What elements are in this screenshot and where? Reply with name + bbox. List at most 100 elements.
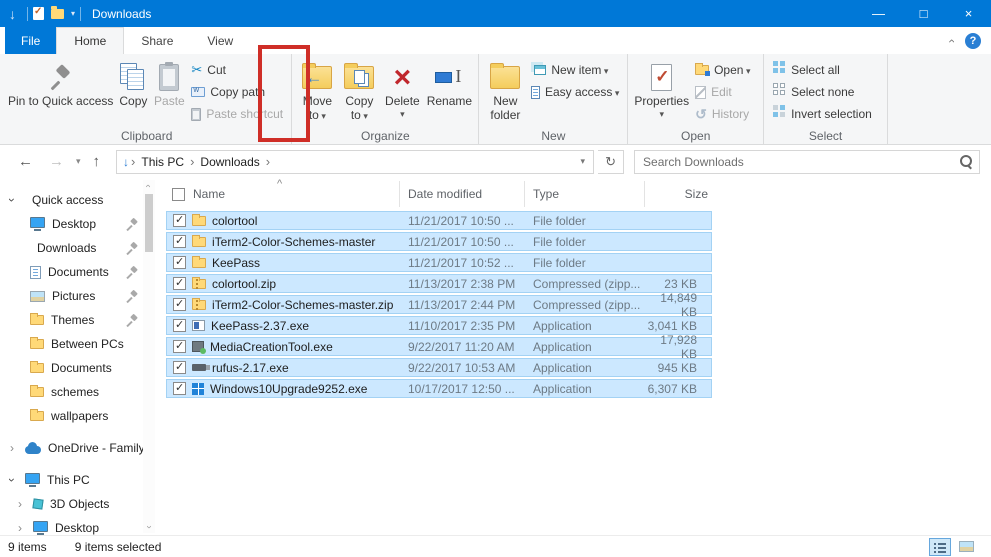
expander-chevron-icon[interactable] [6,193,18,207]
sidebar-item[interactable]: schemes [0,380,165,404]
copy-path-button[interactable]: Copy path [187,82,287,102]
sidebar-item[interactable]: This PC [0,468,165,492]
expander-chevron-icon[interactable] [6,473,18,487]
properties-qat-icon[interactable] [33,6,44,20]
scroll-down-icon[interactable] [143,521,155,533]
expander-chevron-icon[interactable] [14,521,26,535]
paste-button[interactable]: Paste [151,57,187,111]
scroll-up-icon[interactable] [143,180,155,192]
rename-icon [435,66,463,87]
expander-chevron-icon[interactable] [14,497,26,511]
tab-view[interactable]: View [190,27,250,54]
tab-home[interactable]: Home [56,27,125,54]
row-checkbox[interactable] [173,339,186,353]
search-box[interactable] [634,149,981,174]
sidebar-item[interactable]: Documents [0,260,165,284]
row-checkbox[interactable] [173,234,186,248]
customize-qat-dropdown-icon[interactable]: ▾ [71,9,75,18]
select-all-button[interactable]: Select all [768,60,876,80]
file-type-icon [192,213,206,226]
search-icon[interactable] [960,155,973,168]
breadcrumb-this-pc[interactable]: This PC [135,155,190,169]
row-checkbox[interactable] [173,276,186,290]
row-checkbox[interactable] [173,360,186,374]
move-to-button[interactable]: Move to [296,57,338,125]
minimize-button[interactable]: — [856,0,901,27]
cut-button[interactable]: ✂ Cut [187,60,287,80]
search-input[interactable] [643,154,961,169]
selected-count: 9 items selected [74,539,162,554]
tab-share[interactable]: Share [124,27,190,54]
close-button[interactable]: × [946,0,991,27]
address-bar[interactable]: ↓ › This PC › Downloads › ▾ [116,149,595,174]
collapse-ribbon-icon[interactable]: › [944,39,958,43]
sidebar-item[interactable]: 3D Objects [0,492,165,516]
tab-file[interactable]: File [5,27,57,54]
recent-locations-dropdown-icon[interactable]: ▾ [74,156,83,167]
maximize-button[interactable]: □ [901,0,946,27]
row-checkbox[interactable] [173,381,186,395]
large-icons-view-button[interactable] [955,538,977,556]
address-dropdown-icon[interactable]: ▾ [575,156,592,167]
row-checkbox[interactable] [173,297,186,311]
sidebar-item[interactable]: Downloads [0,236,165,260]
copy-to-button[interactable]: Copy to [338,57,380,125]
file-row[interactable]: colortool.zip 11/13/2017 2:38 PM Compres… [166,274,712,293]
sidebar-item[interactable]: wallpapers [0,404,165,428]
details-view-button[interactable] [929,537,951,556]
select-none-button[interactable]: Select none [768,82,876,102]
sidebar-item[interactable]: Between PCs [0,332,165,356]
file-row[interactable]: colortool 11/21/2017 10:50 ... File fold… [166,211,712,230]
sidebar-item[interactable]: Themes [0,308,165,332]
properties-button[interactable]: Properties ▾ [632,57,691,121]
file-row[interactable]: iTerm2-Color-Schemes-master 11/21/2017 1… [166,232,712,251]
back-button[interactable]: ← [12,153,39,170]
new-folder-qat-icon[interactable] [51,5,64,19]
edit-button[interactable]: Edit [691,82,759,102]
file-row[interactable]: KeePass-2.37.exe 11/10/2017 2:35 PM Appl… [166,316,712,335]
row-checkbox[interactable] [173,255,186,269]
invert-selection-button[interactable]: Invert selection [768,104,876,124]
up-button[interactable]: ↑ [87,153,107,170]
header-date-modified[interactable]: Date modified [400,181,525,207]
sort-ascending-icon[interactable]: ^ [277,178,282,190]
expander-chevron-icon[interactable] [6,441,18,455]
file-name: Windows10Upgrade9252.exe [210,381,368,396]
file-row[interactable]: Windows10Upgrade9252.exe 10/17/2017 12:5… [166,379,712,398]
forward-button[interactable]: → [43,153,70,170]
breadcrumb-downloads[interactable]: Downloads [194,155,265,169]
file-type: Compressed (zipp... [533,276,641,291]
delete-button[interactable]: × Delete ▾ [380,57,424,121]
refresh-icon[interactable]: ↻ [598,149,625,174]
easy-access-button[interactable]: Easy access [527,82,623,102]
paste-shortcut-button[interactable]: Paste shortcut [187,104,287,124]
rename-button[interactable]: Rename [424,57,474,111]
new-item-button[interactable]: New item [527,60,623,80]
open-button[interactable]: Open [691,60,759,80]
sidebar-item[interactable]: Quick access [0,188,165,212]
sidebar-item[interactable]: OneDrive - Family [0,436,165,460]
sidebar-item[interactable]: Pictures [0,284,165,308]
sidebar-item[interactable]: Documents [0,356,165,380]
help-icon[interactable]: ? [965,32,981,49]
header-name[interactable]: Name ^ [165,178,400,207]
file-row[interactable]: iTerm2-Color-Schemes-master.zip 11/13/20… [166,291,712,319]
file-row[interactable]: KeePass 11/21/2017 10:52 ... File folder [166,253,712,272]
header-size[interactable]: Size [645,181,718,207]
row-checkbox[interactable] [173,318,186,332]
sidebar-item[interactable]: Desktop [0,516,165,535]
scrollbar-thumb[interactable] [145,194,153,252]
file-date-modified: 11/21/2017 10:50 ... [408,234,514,249]
sidebar-item[interactable]: Desktop [0,212,165,236]
new-folder-button[interactable]: New folder [483,57,527,125]
history-button[interactable]: ↺ History [691,104,759,124]
header-type[interactable]: Type [525,181,645,207]
file-row[interactable]: rufus-2.17.exe 9/22/2017 10:53 AM Applic… [166,358,712,377]
row-checkbox[interactable] [173,213,186,227]
file-size: 3,041 KB [647,318,697,333]
pin-to-quick-access-button[interactable]: Pin to Quick access [6,57,115,111]
select-all-checkbox[interactable] [172,187,185,201]
copy-button[interactable]: Copy [115,57,151,111]
file-row[interactable]: MediaCreationTool.exe 9/22/2017 11:20 AM… [166,333,712,361]
sidebar-scrollbar[interactable] [143,180,155,533]
